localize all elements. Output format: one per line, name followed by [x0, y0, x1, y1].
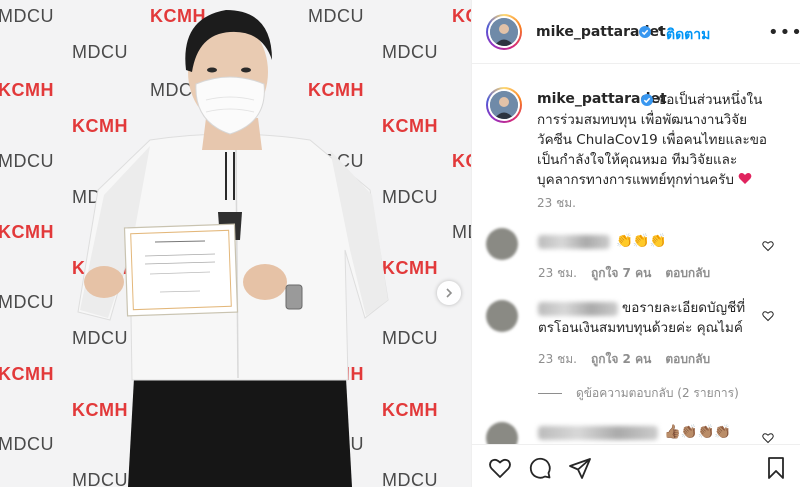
instagram-post-view: MDCU KCMH MDCU KCMH MDCU KCMH MDCU MDCU …	[0, 0, 800, 487]
caption-avatar[interactable]	[486, 87, 522, 123]
comment-text-continued: ตรโอนเงินสมทบทุนด้วยค่ะ คุณไมค์	[538, 320, 743, 336]
blurred-username[interactable]	[538, 302, 618, 316]
comment-timestamp[interactable]: 23 ชม.	[538, 352, 577, 366]
chevron-right-icon	[446, 288, 453, 298]
view-replies-label: ดูข้อความตอบกลับ (2 รายการ)	[576, 386, 739, 400]
more-options-icon[interactable]: •••	[768, 22, 800, 43]
comment-meta: 23 ชม. ถูกใจ 7 คน ตอบกลับ	[538, 264, 724, 283]
person-holding-certificate	[77, 10, 389, 487]
post-photo[interactable]: MDCU KCMH MDCU KCMH MDCU KCMH MDCU MDCU …	[0, 0, 471, 487]
verified-badge-icon	[641, 94, 653, 106]
like-comment-heart-icon[interactable]	[762, 240, 774, 252]
commenter-avatar[interactable]	[486, 422, 518, 444]
comment-likes[interactable]: ถูกใจ 7 คน	[591, 266, 651, 280]
comment-item: 👍🏽👏🏽👏🏽👏🏽	[472, 416, 800, 444]
comment-text: 👍🏽👏🏽👏🏽👏🏽	[664, 424, 732, 440]
blurred-username[interactable]	[538, 426, 658, 440]
comment-item: ขอรายละเอียดบัญชีที่ ตรโอนเงินสมทบทุนด้ว…	[472, 296, 800, 386]
caption-line: การร่วมสมทบทุน เพื่อพัฒนางานวิจัย	[537, 112, 748, 128]
verified-badge-icon	[639, 26, 651, 38]
post-action-bar	[472, 444, 800, 487]
blurred-username[interactable]	[538, 235, 610, 249]
comment-text: ขอรายละเอียดบัญชีที่	[622, 300, 746, 316]
caption-line: เป็นกำลังใจให้คุณหมอ ทีมวิจัยและ	[537, 152, 738, 168]
comment-likes[interactable]: ถูกใจ 2 คน	[591, 352, 651, 366]
view-replies-button[interactable]: ดูข้อความตอบกลับ (2 รายการ)	[538, 384, 739, 403]
share-icon[interactable]	[568, 456, 592, 480]
commenter-avatar[interactable]	[486, 300, 518, 332]
avatar[interactable]	[486, 14, 522, 50]
post-side-panel: mike_pattaradet • ติดตาม ••• ขอเป็นส่วนห…	[471, 0, 800, 487]
comment-text: 👏👏👏	[616, 233, 667, 249]
post-header: mike_pattaradet • ติดตาม •••	[472, 0, 800, 64]
reply-button[interactable]: ตอบกลับ	[665, 266, 710, 280]
caption-line: บุคลากรทางการแพทย์ทุกท่านครับ	[537, 172, 734, 188]
caption-line: ขอเป็นส่วนหนึ่งใน	[657, 92, 763, 108]
caption-timestamp[interactable]: 23 ชม.	[537, 194, 576, 213]
like-comment-heart-icon[interactable]	[762, 432, 774, 444]
reply-button[interactable]: ตอบกลับ	[665, 352, 710, 366]
divider-line	[538, 393, 562, 394]
bookmark-icon[interactable]	[764, 456, 788, 480]
comment-icon[interactable]	[528, 456, 552, 480]
comment-timestamp[interactable]: 23 ชม.	[538, 266, 577, 280]
follow-button[interactable]: ติดตาม	[666, 24, 710, 46]
like-comment-heart-icon[interactable]	[762, 310, 774, 322]
avatar-photo-icon	[490, 91, 518, 119]
comment-item: 👏👏👏 23 ชม. ถูกใจ 7 คน ตอบกลับ	[472, 226, 800, 286]
next-image-button[interactable]	[437, 281, 461, 305]
red-heart-emoji-icon	[738, 173, 752, 184]
caption-line: วัคซีน ChulaCov19 เพื่อคนไทยและขอ	[537, 132, 768, 148]
comment-meta: 23 ชม. ถูกใจ 2 คน ตอบกลับ	[538, 350, 724, 369]
avatar-photo-icon	[490, 18, 518, 46]
heart-outline-icon[interactable]	[488, 456, 512, 480]
commenter-avatar[interactable]	[486, 228, 518, 260]
separator-dot: •	[656, 22, 665, 38]
